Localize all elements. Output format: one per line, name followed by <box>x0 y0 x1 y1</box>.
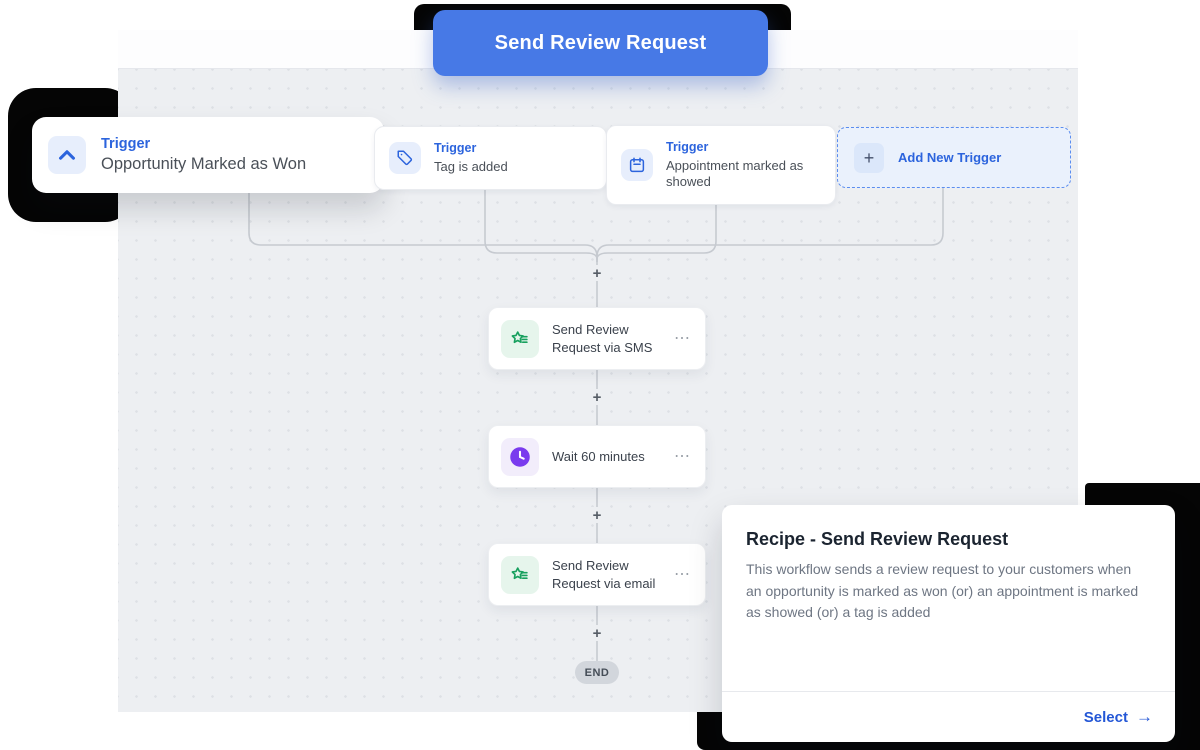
wait-node[interactable]: Wait 60 minutes ⋯ <box>488 425 706 488</box>
trigger-type-label: Trigger <box>434 141 508 157</box>
trigger-card-appointment-showed[interactable]: Trigger Appointment marked as showed <box>606 125 836 205</box>
wait-node-title: Wait 60 minutes <box>552 448 666 466</box>
node-menu-ellipsis-icon[interactable]: ⋯ <box>672 329 693 349</box>
plus-icon: + <box>854 143 884 173</box>
action-node-title: Send Review Request via email <box>552 557 666 592</box>
recipe-title: Recipe - Send Review Request <box>746 529 1151 550</box>
trigger-title: Appointment marked as showed <box>666 158 808 191</box>
action-node-email[interactable]: Send Review Request via email ⋯ <box>488 543 706 606</box>
trigger-card-tag-added[interactable]: Trigger Tag is added <box>374 126 607 190</box>
workflow-title-button[interactable]: Send Review Request <box>433 10 768 76</box>
trigger-type-label: Trigger <box>666 140 808 156</box>
clock-icon <box>501 438 539 476</box>
review-star-icon <box>501 556 539 594</box>
review-star-icon <box>501 320 539 358</box>
recipe-panel: Recipe - Send Review Request This workfl… <box>722 505 1175 742</box>
workflow-builder-screen: Send Review Request Trigger Opportunity … <box>0 0 1200 750</box>
action-node-sms[interactable]: Send Review Request via SMS ⋯ <box>488 307 706 370</box>
arrow-right-icon: → <box>1136 707 1153 727</box>
node-menu-ellipsis-icon[interactable]: ⋯ <box>672 565 693 585</box>
trigger-title: Opportunity Marked as Won <box>101 154 306 175</box>
chevron-up-icon <box>48 136 86 174</box>
add-new-trigger-button[interactable]: + Add New Trigger <box>837 127 1071 188</box>
end-badge: END <box>575 661 619 684</box>
select-recipe-button[interactable]: Select → <box>1084 708 1153 727</box>
add-step-button[interactable]: + <box>589 389 605 405</box>
recipe-footer: Select → <box>722 691 1175 742</box>
add-new-trigger-label: Add New Trigger <box>898 150 1001 165</box>
node-menu-ellipsis-icon[interactable]: ⋯ <box>672 447 693 467</box>
tag-icon <box>389 142 421 174</box>
add-step-button[interactable]: + <box>589 507 605 523</box>
trigger-card-opportunity-won[interactable]: Trigger Opportunity Marked as Won <box>32 117 384 193</box>
calendar-icon <box>621 149 653 181</box>
select-label: Select <box>1084 709 1128 726</box>
action-node-title: Send Review Request via SMS <box>552 321 666 356</box>
trigger-type-label: Trigger <box>101 135 306 153</box>
trigger-title: Tag is added <box>434 159 508 175</box>
add-step-button[interactable]: + <box>589 265 605 281</box>
recipe-description: This workflow sends a review request to … <box>746 559 1146 624</box>
add-step-button[interactable]: + <box>589 625 605 641</box>
